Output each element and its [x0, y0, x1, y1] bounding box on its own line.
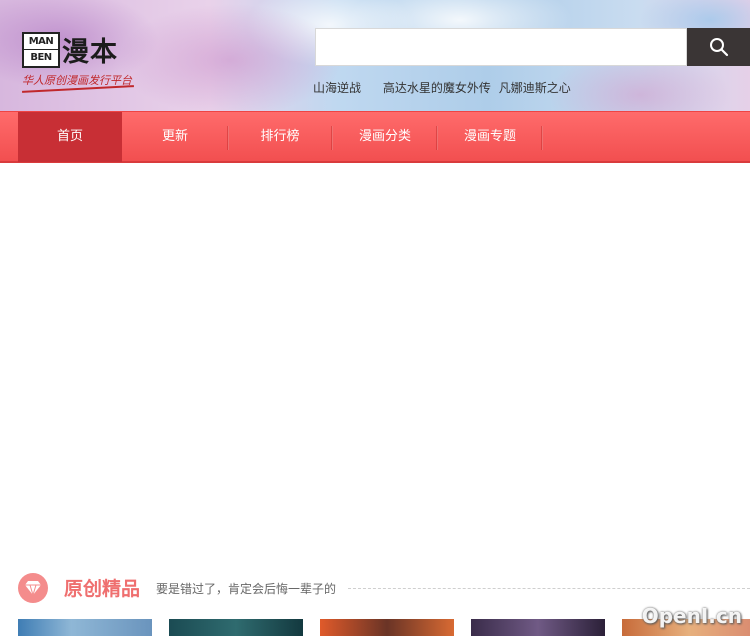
logo-slogan: 华人原创漫画发行平台 — [22, 74, 132, 87]
search-input[interactable] — [315, 28, 687, 66]
nav-item-updates[interactable]: 更新 — [123, 112, 227, 162]
hot-link[interactable]: 高达水星的魔女外传 — [383, 81, 491, 95]
main-nav: 首页 更新 排行榜 漫画分类 漫画专题 — [0, 111, 750, 163]
nav-divider — [541, 126, 543, 150]
hot-search-links: 山海逆战 高达水星的魔女外传 凡娜迪斯之心 — [313, 79, 589, 97]
logo-mark-bottom: BEN — [30, 52, 52, 63]
logo-mark: MAN BEN — [22, 32, 60, 68]
comic-thumbnail[interactable] — [471, 619, 605, 636]
comic-thumbnail[interactable] — [169, 619, 303, 636]
site-logo[interactable]: MAN BEN 漫本 华人原创漫画发行平台 — [22, 30, 172, 100]
search-icon — [709, 38, 728, 57]
section-divider — [348, 588, 750, 589]
nav-item-rankings[interactable]: 排行榜 — [228, 112, 332, 162]
header-banner: MAN BEN 漫本 华人原创漫画发行平台 山海逆战 高达水星的魔女外传 凡娜迪… — [0, 0, 750, 111]
logo-mark-top: MAN — [24, 34, 58, 50]
logo-name: 漫本 — [62, 37, 118, 68]
nav-item-topics[interactable]: 漫画专题 — [438, 112, 542, 162]
watermark: OpenI.cn — [641, 604, 742, 628]
diamond-icon — [18, 573, 48, 603]
section-subtitle: 要是错过了，肯定会后悔一辈子的 — [156, 582, 337, 596]
hot-link[interactable]: 山海逆战 — [313, 81, 361, 95]
section-title: 原创精品 — [64, 578, 141, 600]
nav-item-home[interactable]: 首页 — [18, 112, 122, 162]
comic-thumbnail[interactable] — [18, 619, 152, 636]
search-button[interactable] — [687, 28, 750, 66]
hot-link[interactable]: 凡娜迪斯之心 — [499, 81, 571, 95]
nav-item-categories[interactable]: 漫画分类 — [333, 112, 437, 162]
comic-thumbnail-row — [18, 619, 750, 636]
comic-thumbnail[interactable] — [320, 619, 454, 636]
section-original-picks-header: 原创精品 要是错过了，肯定会后悔一辈子的 — [18, 571, 750, 605]
